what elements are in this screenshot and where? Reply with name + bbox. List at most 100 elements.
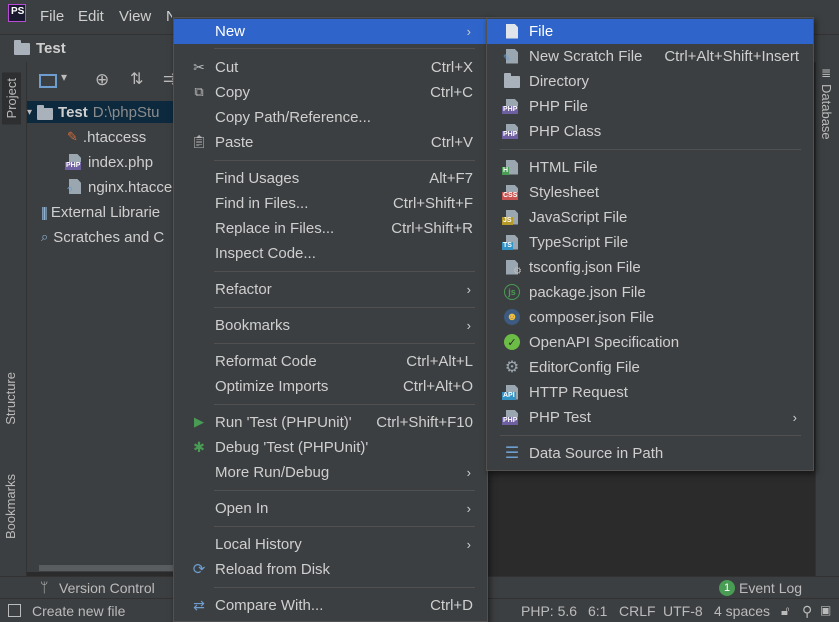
submenu-item-data-source-in-path[interactable]: ☰ Data Source in Path [487, 441, 813, 466]
reload-icon: ⟳ [192, 561, 206, 578]
menu-item-copy[interactable]: ⧉ Copy Ctrl+C [174, 80, 487, 105]
collapse-all-icon[interactable]: ⇅ [130, 69, 143, 89]
submenu-item-javascript-file[interactable]: JS JavaScript File [487, 205, 813, 230]
separator [214, 490, 475, 491]
menu-navigate[interactable]: Navigate [166, 8, 172, 25]
api-file-icon: API [502, 384, 520, 400]
tree-root[interactable]: ▾ Test D:\phpStu [27, 101, 177, 123]
submenu-item-typescript-file[interactable]: TS TypeScript File [487, 230, 813, 255]
submenu-item-directory[interactable]: Directory [487, 69, 813, 94]
layout-icon[interactable] [8, 604, 21, 617]
gear-icon: ⚙ [504, 359, 520, 376]
menu-item-find-in-files[interactable]: Find in Files... Ctrl+Shift+F [174, 191, 487, 216]
version-control-icon: ᛘ [40, 579, 49, 595]
submenu-item-http-request[interactable]: API HTTP Request [487, 380, 813, 405]
project-name: Test [36, 40, 66, 57]
lock-icon[interactable]: 🔓︎ [781, 603, 789, 619]
menu-item-replace-in-files[interactable]: Replace in Files... Ctrl+Shift+R [174, 216, 487, 241]
right-tool-strip: ≣ Database [815, 62, 839, 598]
submenu-item-tsconfig[interactable]: ⚙ tsconfig.json File [487, 255, 813, 280]
menu-item-new[interactable]: New › [174, 19, 487, 44]
tab-structure[interactable]: Structure [3, 372, 18, 425]
project-toolbar: ▾ ⊕ ⇅ ⇉ [27, 68, 177, 94]
submenu-item-package-json[interactable]: js package.json File [487, 280, 813, 305]
database-icon: ≣ [821, 66, 832, 80]
file-icon [504, 23, 520, 39]
tab-project[interactable]: Project [2, 72, 21, 125]
composer-icon: ☻ [504, 309, 520, 325]
menu-item-paste[interactable]: 📋︎ Paste Ctrl+V [174, 130, 487, 155]
inspector-icon[interactable]: ⚲ [802, 603, 812, 620]
tree-item-index-php[interactable]: PHP index.php [65, 151, 153, 173]
scissors-icon: ✂ [193, 58, 205, 75]
tab-bookmarks[interactable]: Bookmarks [3, 474, 18, 539]
project-panel: ▾ ⊕ ⇅ ⇉ ▾ Test D:\phpStu ✎ .htaccess PHP… [27, 62, 177, 572]
separator [214, 48, 475, 49]
submenu-item-php-class[interactable]: PHP PHP Class [487, 119, 813, 144]
menu-file[interactable]: File [40, 8, 64, 25]
phpstorm-logo: PS [8, 4, 26, 22]
tree-item-external-libraries[interactable]: ||| External Librarie [41, 201, 160, 223]
menu-edit[interactable]: Edit [78, 8, 104, 25]
menu-item-refactor[interactable]: Refactor › [174, 277, 487, 302]
horizontal-scrollbar[interactable] [39, 565, 177, 571]
line-separator[interactable]: CRLF [619, 603, 656, 619]
compare-icon: ⇄ [193, 596, 205, 613]
version-control-tab[interactable]: Version Control [59, 580, 155, 596]
submenu-item-new-scratch-file[interactable]: ✎ New Scratch File Ctrl+Alt+Shift+Insert [487, 44, 813, 69]
file-encoding[interactable]: UTF-8 [663, 603, 703, 619]
php-file-icon: PHP [502, 98, 520, 114]
breadcrumb[interactable]: Test [14, 39, 66, 57]
submenu-item-editorconfig[interactable]: ⚙ EditorConfig File [487, 355, 813, 380]
menu-item-cut[interactable]: ✂ Cut Ctrl+X [174, 55, 487, 80]
nodejs-icon: js [504, 284, 520, 300]
submenu-item-php-file[interactable]: PHP PHP File [487, 94, 813, 119]
menu-item-debug[interactable]: ✱ Debug 'Test (PHPUnit)' [174, 435, 487, 460]
menu-item-find-usages[interactable]: Find Usages Alt+F7 [174, 166, 487, 191]
submenu-item-openapi[interactable]: ✓ OpenAPI Specification [487, 330, 813, 355]
menu-view[interactable]: View [119, 8, 151, 25]
folder-icon [37, 104, 54, 120]
menu-item-reformat-code[interactable]: Reformat Code Ctrl+Alt+L [174, 349, 487, 374]
menu-item-local-history[interactable]: Local History › [174, 532, 487, 557]
run-icon: ▶ [194, 414, 204, 429]
menu-item-open-in[interactable]: Open In › [174, 496, 487, 521]
submenu-item-composer-json[interactable]: ☻ composer.json File [487, 305, 813, 330]
chevron-down-icon[interactable]: ▾ [61, 70, 67, 84]
locate-icon[interactable]: ⊕ [95, 70, 109, 90]
library-icon: ||| [41, 204, 48, 220]
cursor-position[interactable]: 6:1 [588, 603, 607, 619]
submenu-item-php-test[interactable]: PHP PHP Test › [487, 405, 813, 430]
htaccess-file-icon: ✎ [67, 129, 78, 144]
memory-icon[interactable]: ▣ [820, 603, 831, 617]
submenu-item-file[interactable]: File [487, 19, 813, 44]
menu-item-copy-path[interactable]: Copy Path/Reference... [174, 105, 487, 130]
folder-icon [504, 73, 520, 89]
tree-item-nginx[interactable]: ? nginx.htacce [67, 176, 172, 198]
menu-item-more-run-debug[interactable]: More Run/Debug › [174, 460, 487, 485]
menu-item-optimize-imports[interactable]: Optimize Imports Ctrl+Alt+O [174, 374, 487, 399]
menu-item-inspect-code[interactable]: Inspect Code... [174, 241, 487, 266]
php-version[interactable]: PHP: 5.6 [521, 603, 577, 619]
submenu-item-stylesheet[interactable]: CSS Stylesheet [487, 180, 813, 205]
php-class-icon: PHP [502, 123, 520, 139]
separator [214, 526, 475, 527]
project-view-icon[interactable] [39, 74, 57, 88]
menu-item-compare-with[interactable]: ⇄ Compare With... Ctrl+D [174, 593, 487, 618]
folder-icon [14, 39, 30, 55]
indent-setting[interactable]: 4 spaces [714, 603, 770, 619]
tree-item-scratches[interactable]: ⌕ Scratches and C [41, 226, 164, 248]
event-log-tab[interactable]: Event Log [739, 580, 802, 596]
menu-item-run[interactable]: ▶ Run 'Test (PHPUnit)' Ctrl+Shift+F10 [174, 410, 487, 435]
js-file-icon: JS [502, 209, 520, 225]
tab-database[interactable]: Database [819, 84, 834, 140]
separator [214, 343, 475, 344]
php-test-icon: PHP [502, 409, 520, 425]
submenu-item-html-file[interactable]: H HTML File [487, 155, 813, 180]
menu-item-reload-from-disk[interactable]: ⟳ Reload from Disk [174, 557, 487, 582]
menu-item-bookmarks[interactable]: Bookmarks › [174, 313, 487, 338]
ts-file-icon: TS [502, 234, 520, 250]
php-file-icon: PHP [65, 154, 83, 170]
event-count-badge: 1 [719, 580, 735, 596]
tree-item-htaccess[interactable]: ✎ .htaccess [67, 126, 146, 148]
